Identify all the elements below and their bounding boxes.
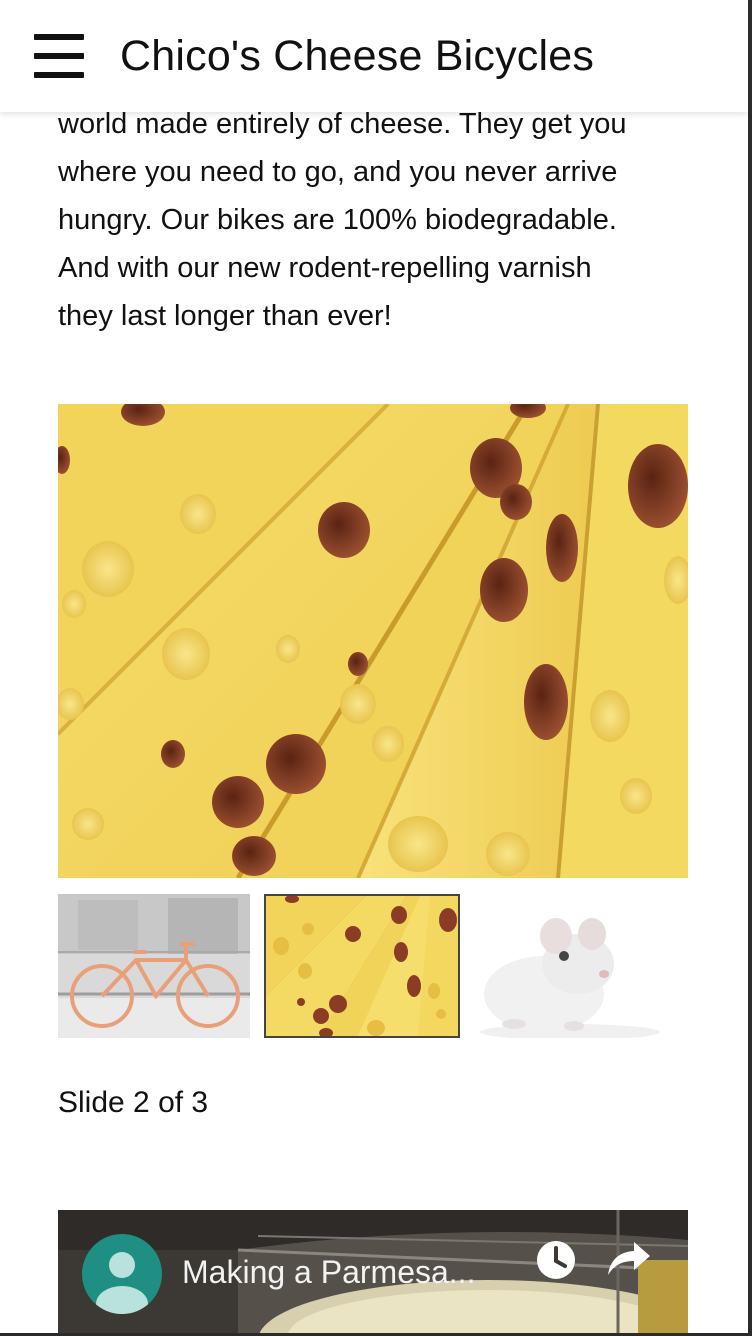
clock-icon[interactable] <box>534 1238 578 1282</box>
slide-counter: Slide 2 of 3 <box>58 1086 209 1119</box>
intro-line: hungry. Our bikes are 100% biodegradable… <box>58 204 617 236</box>
video-title[interactable]: Making a Parmesa... <box>182 1254 475 1291</box>
thumbnail-mouse[interactable] <box>474 894 666 1038</box>
intro-line: they last longer than ever! <box>58 300 392 332</box>
hamburger-menu-icon[interactable] <box>34 34 84 78</box>
site-header: Chico's Cheese Bicycles <box>0 0 748 112</box>
intro-paragraph: world made entirely of cheese. They get … <box>58 100 708 340</box>
window-edge <box>748 0 752 1336</box>
bicycle-image <box>58 894 250 1038</box>
thumbnail-cheese-selected[interactable] <box>264 894 460 1038</box>
mouse-image <box>474 894 666 1038</box>
share-icon[interactable] <box>606 1238 652 1278</box>
video-embed[interactable]: Making a Parmesa... <box>58 1210 688 1336</box>
site-title[interactable]: Chico's Cheese Bicycles <box>120 32 594 81</box>
page: Chico's Cheese Bicycles world made entir… <box>0 0 752 1336</box>
main-slide-image[interactable] <box>58 404 688 878</box>
cheese-image <box>58 404 688 878</box>
account-icon[interactable] <box>82 1234 162 1314</box>
cheese-thumbnail-image <box>266 896 458 1036</box>
thumbnail-bicycle[interactable] <box>58 894 250 1038</box>
intro-line: And with our new rodent-repelling varnis… <box>58 252 592 284</box>
intro-line: where you need to go, and you never arri… <box>58 156 618 188</box>
